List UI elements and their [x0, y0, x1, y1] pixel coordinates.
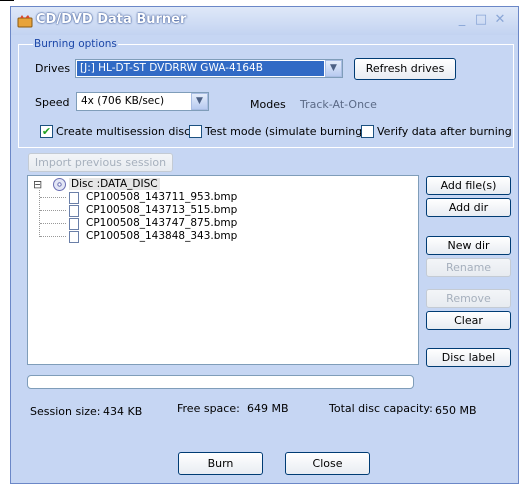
disc-icon: [53, 178, 66, 194]
file-icon: [69, 218, 79, 230]
tree-branch-line: [40, 210, 66, 211]
free-space-label: Free space:: [177, 402, 240, 415]
create-multisession-label: Create multisession disc: [56, 125, 191, 138]
tree-file-item[interactable]: CP100508_143747_875.bmp: [86, 217, 237, 229]
tree-branch-line: [40, 197, 66, 198]
burner-app-icon: [17, 13, 33, 32]
window-edge-line: [0, 0, 14, 1]
total-capacity-label: Total disc capacity:: [329, 402, 433, 415]
free-space-value: 649 MB: [247, 402, 289, 415]
chevron-down-icon[interactable]: ▼: [325, 60, 342, 77]
burn-progress-bar: [27, 375, 414, 389]
clear-button[interactable]: Clear: [426, 311, 511, 330]
tree-file-item[interactable]: CP100508_143848_343.bmp: [86, 230, 237, 242]
speed-label: Speed: [35, 96, 70, 109]
tree-branch-line: [40, 236, 66, 237]
import-previous-session-button[interactable]: Import previous session: [28, 153, 173, 172]
burning-options-label: Burning options: [33, 38, 118, 50]
modes-label: Modes: [250, 98, 286, 111]
total-capacity-value: 650 MB: [435, 404, 477, 417]
disc-tree-view[interactable]: ⊟ Disc :DATA_DISC CP100508_143711_953.bm…: [27, 175, 419, 365]
window-title: CD/DVD Data Burner: [36, 12, 187, 27]
rename-button[interactable]: Rename: [426, 258, 511, 277]
verify-data-label: Verify data after burning: [377, 125, 512, 138]
tree-branch-line: [40, 223, 66, 224]
burn-button[interactable]: Burn: [178, 452, 263, 475]
verify-data-checkbox[interactable]: [361, 125, 374, 138]
test-mode-checkbox[interactable]: [189, 125, 202, 138]
add-dir-button[interactable]: Add dir: [426, 198, 511, 217]
speed-select[interactable]: 4x (706 KB/sec) ▼: [76, 92, 209, 111]
maximize-button[interactable]: □: [472, 11, 490, 29]
session-size-value: 434 KB: [103, 405, 143, 418]
remove-button[interactable]: Remove: [426, 289, 511, 308]
add-files-button[interactable]: Add file(s): [426, 176, 511, 195]
refresh-drives-button[interactable]: Refresh drives: [354, 58, 456, 80]
chevron-down-icon[interactable]: ▼: [191, 93, 208, 110]
tree-root-disc[interactable]: Disc :DATA_DISC: [69, 178, 160, 190]
new-dir-button[interactable]: New dir: [426, 236, 511, 255]
disc-label-button[interactable]: Disc label: [426, 348, 511, 367]
test-mode-label: Test mode (simulate burning): [205, 125, 367, 138]
file-icon: [69, 192, 79, 204]
minimize-button[interactable]: _: [453, 11, 471, 29]
session-size-label: Session size:: [30, 405, 101, 418]
file-icon: [69, 231, 79, 243]
close-window-button[interactable]: ✕: [491, 11, 509, 29]
drives-selected-value: [J:] HL-DT-ST DVDRRW GWA-4164B: [77, 61, 324, 76]
drives-label: Drives: [35, 62, 71, 75]
tree-file-item[interactable]: CP100508_143713_515.bmp: [86, 204, 237, 216]
create-multisession-checkbox[interactable]: ✔: [40, 125, 53, 138]
file-icon: [69, 205, 79, 217]
speed-selected-value: 4x (706 KB/sec): [81, 95, 165, 107]
drives-select[interactable]: [J:] HL-DT-ST DVDRRW GWA-4164B ▼: [75, 59, 343, 78]
modes-value: Track-At-Once: [300, 98, 377, 111]
close-button[interactable]: Close: [285, 452, 370, 475]
tree-file-item[interactable]: CP100508_143711_953.bmp: [86, 191, 237, 203]
